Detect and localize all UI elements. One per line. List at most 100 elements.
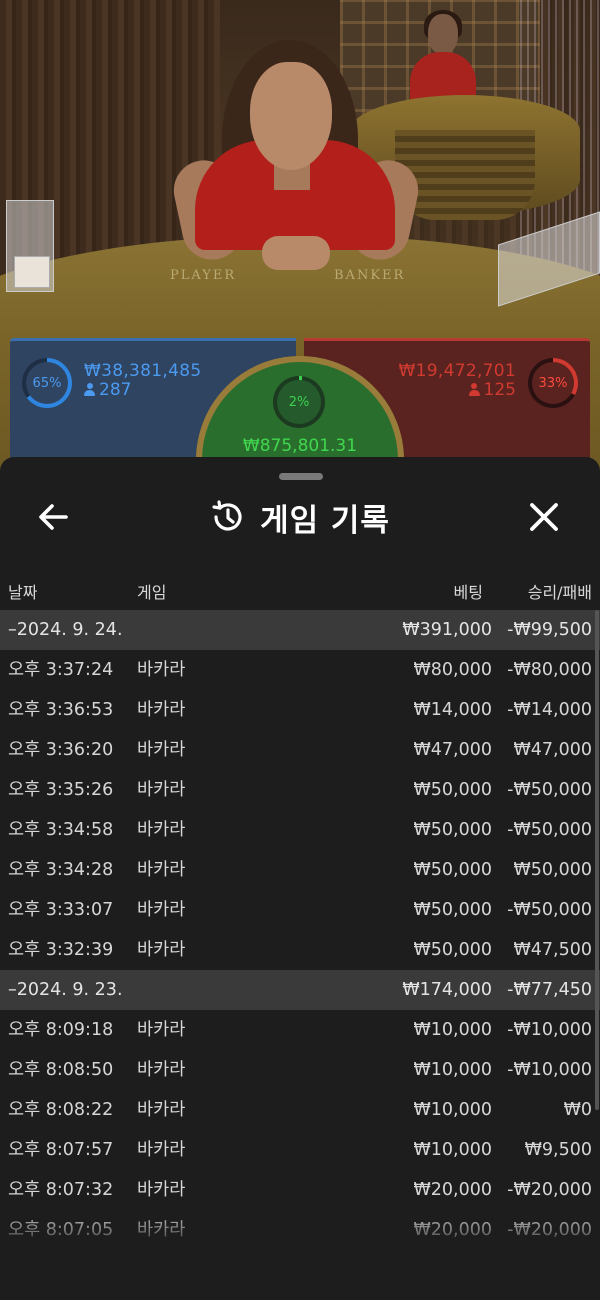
history-time: 오후 8:07:57 — [8, 1140, 114, 1160]
history-game: 바카라 — [137, 660, 186, 680]
banker-percentage: 33% — [538, 375, 568, 391]
player-bettor-count: 287 — [84, 380, 131, 400]
player-bet-amount: ₩38,381,485 — [84, 361, 202, 381]
sheet-header: 게임 기록 — [0, 497, 600, 539]
history-row[interactable]: 오후 3:35:26 바카라 ₩50,000 -₩50,000 — [0, 770, 600, 810]
banker-bet-amount: ₩19,472,701 — [398, 361, 516, 381]
history-bet: ₩47,000 — [413, 740, 492, 760]
history-result: -₩50,000 — [507, 900, 592, 920]
history-result: -₩80,000 — [507, 660, 592, 680]
history-result: ₩0 — [563, 1100, 592, 1120]
history-time: 오후 8:09:18 — [8, 1020, 114, 1040]
date-group-total-result: -₩77,450 — [507, 980, 592, 1000]
history-game: 바카라 — [137, 740, 186, 760]
history-bet: ₩80,000 — [413, 660, 492, 680]
dealer-face — [250, 62, 332, 170]
history-bet: ₩50,000 — [413, 860, 492, 880]
tie-bet-amount: ₩875,801.31 — [242, 436, 358, 456]
history-bet: ₩50,000 — [413, 820, 492, 840]
background-table-base — [395, 130, 535, 220]
history-time: 오후 3:36:53 — [8, 700, 114, 720]
user-icon — [84, 383, 95, 396]
close-x-icon — [530, 503, 558, 531]
date-group-total-bet: ₩174,000 — [402, 980, 492, 1000]
date-group-header[interactable]: –2024. 9. 23. ₩174,000 -₩77,450 — [0, 970, 600, 1010]
game-history-sheet: 게임 기록 날짜 게임 베팅 승리/패배 –2024. 9. 24. ₩391,0… — [0, 457, 600, 1300]
history-game: 바카라 — [137, 940, 186, 960]
date-group-label: –2024. 9. 23. — [8, 980, 123, 1000]
banker-bettor-count: 125 — [468, 380, 516, 400]
history-bet: ₩50,000 — [413, 940, 492, 960]
history-bet: ₩50,000 — [413, 780, 492, 800]
history-row[interactable]: 오후 3:32:39 바카라 ₩50,000 ₩47,500 — [0, 930, 600, 970]
tie-percentage-ring: 2% — [273, 376, 325, 428]
history-result: -₩14,000 — [507, 700, 592, 720]
history-game: 바카라 — [137, 1140, 186, 1160]
history-row[interactable]: 오후 8:09:18 바카라 ₩10,000 -₩10,000 — [0, 1010, 600, 1050]
history-result: -₩20,000 — [507, 1180, 592, 1200]
history-bet: ₩10,000 — [413, 1140, 492, 1160]
history-time: 오후 3:34:58 — [8, 820, 114, 840]
sheet-drag-handle[interactable] — [279, 473, 323, 480]
history-game: 바카라 — [137, 820, 186, 840]
history-time: 오후 3:35:26 — [8, 780, 114, 800]
history-bet: ₩10,000 — [413, 1100, 492, 1120]
history-time: 오후 3:32:39 — [8, 940, 114, 960]
history-row[interactable]: 오후 3:34:58 바카라 ₩50,000 -₩50,000 — [0, 810, 600, 850]
column-header-game[interactable]: 게임 — [137, 579, 166, 603]
dealer-background-head — [428, 14, 458, 54]
history-row[interactable]: 오후 3:36:20 바카라 ₩47,000 ₩47,000 — [0, 730, 600, 770]
history-time: 오후 8:08:22 — [8, 1100, 114, 1120]
history-bet: ₩10,000 — [413, 1020, 492, 1040]
history-game: 바카라 — [137, 1060, 186, 1080]
card-stack — [14, 256, 50, 288]
dealer-hands — [262, 236, 330, 270]
sheet-title: 게임 기록 — [260, 502, 390, 539]
date-group-total-result: -₩99,500 — [507, 620, 592, 640]
player-percentage: 65% — [32, 375, 62, 391]
history-game: 바카라 — [137, 860, 186, 880]
scrollbar[interactable] — [595, 610, 599, 1110]
history-list: –2024. 9. 24. ₩391,000 -₩99,500 오후 3:37:24 바… — [0, 610, 600, 1250]
history-row[interactable]: 오후 8:07:32 바카라 ₩20,000 -₩20,000 — [0, 1170, 600, 1210]
history-row[interactable]: 오후 3:36:53 바카라 ₩14,000 -₩14,000 — [0, 690, 600, 730]
user-icon — [468, 383, 480, 396]
column-header-bet[interactable]: 베팅 — [454, 579, 483, 603]
history-time: 오후 3:34:28 — [8, 860, 114, 880]
close-button[interactable] — [524, 497, 564, 537]
table-banker-label: BANKER — [334, 268, 406, 283]
history-game: 바카라 — [137, 1100, 186, 1120]
history-result: ₩50,000 — [513, 860, 592, 880]
history-row[interactable]: 오후 3:37:24 바카라 ₩80,000 -₩80,000 — [0, 650, 600, 690]
history-row[interactable]: 오후 3:34:28 바카라 ₩50,000 ₩50,000 — [0, 850, 600, 890]
column-header-result[interactable]: 승리/패배 — [528, 579, 592, 603]
tie-percentage: 2% — [288, 394, 310, 410]
history-time: 오후 8:08:50 — [8, 1060, 114, 1080]
date-group-header[interactable]: –2024. 9. 24. ₩391,000 -₩99,500 — [0, 610, 600, 650]
history-game: 바카라 — [137, 900, 186, 920]
history-game: 바카라 — [137, 780, 186, 800]
table-player-label: PLAYER — [170, 268, 237, 283]
banker-percentage-ring: 33% — [528, 358, 578, 408]
history-row[interactable]: 오후 3:33:07 바카라 ₩50,000 -₩50,000 — [0, 890, 600, 930]
history-time: 오후 8:07:32 — [8, 1180, 114, 1200]
banker-bettor-count-value: 125 — [483, 380, 516, 400]
history-result: -₩50,000 — [507, 820, 592, 840]
history-game: 바카라 — [137, 700, 186, 720]
player-bettor-count-value: 287 — [99, 380, 132, 400]
history-row[interactable]: 오후 8:07:57 바카라 ₩10,000 ₩9,500 — [0, 1130, 600, 1170]
history-bet: ₩20,000 — [413, 1180, 492, 1200]
history-bet: ₩14,000 — [413, 700, 492, 720]
history-result: -₩10,000 — [507, 1060, 592, 1080]
history-row[interactable]: 오후 8:08:50 바카라 ₩10,000 -₩10,000 — [0, 1050, 600, 1090]
history-bet: ₩50,000 — [413, 900, 492, 920]
history-result: -₩10,000 — [507, 1020, 592, 1040]
history-game: 바카라 — [137, 1180, 186, 1200]
history-row[interactable]: 오후 8:08:22 바카라 ₩10,000 ₩0 — [0, 1090, 600, 1130]
list-fade-overlay — [0, 1209, 600, 1269]
column-header-date[interactable]: 날짜 — [8, 579, 37, 603]
date-group-label: –2024. 9. 24. — [8, 620, 123, 640]
history-clock-icon — [212, 500, 242, 531]
date-group-total-bet: ₩391,000 — [402, 620, 492, 640]
history-game: 바카라 — [137, 1020, 186, 1040]
